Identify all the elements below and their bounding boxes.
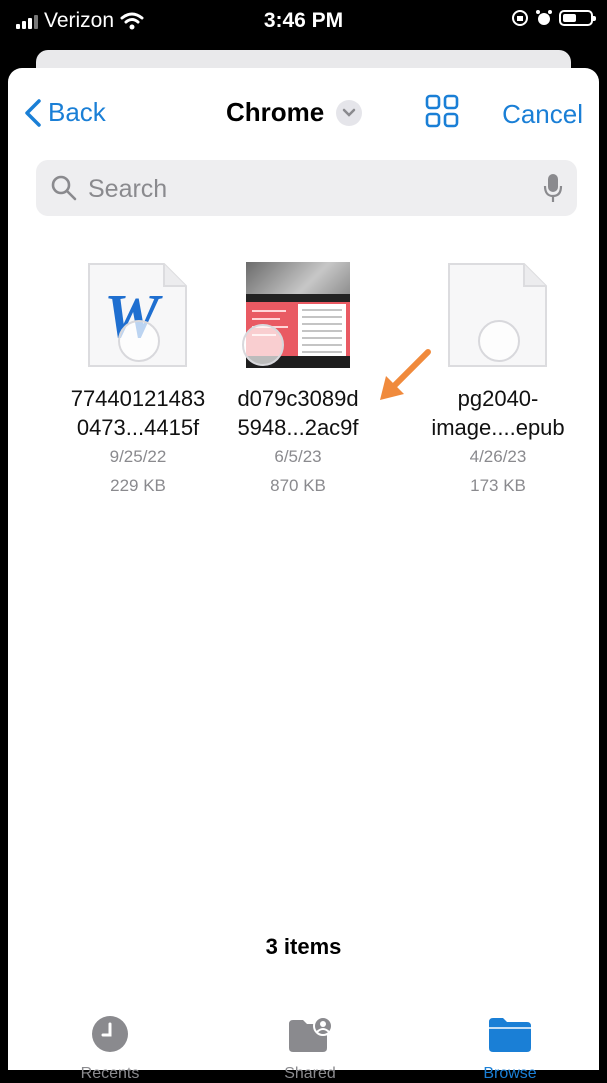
tab-label: Shared: [284, 1065, 336, 1082]
annotation-arrow-icon: [380, 349, 431, 400]
back-button[interactable]: Back: [24, 97, 106, 128]
file-name: d079c3089d 5948...2ac9f: [237, 386, 359, 440]
file-picker-sheet: Back Chrome Cancel Search W 77440121483 …: [8, 68, 599, 1082]
search-input[interactable]: [86, 160, 530, 218]
file-date: 9/25/22: [109, 447, 167, 466]
tab-label: Browse: [483, 1065, 537, 1082]
back-label: Back: [48, 97, 106, 127]
tab-recents[interactable]: Recents: [50, 1014, 170, 1083]
word-document-icon: W: [86, 262, 190, 370]
file-size: 229 KB: [110, 476, 166, 495]
folder-title: Chrome: [226, 97, 325, 127]
file-name: 77440121483 0473...4415f: [70, 386, 206, 440]
image-thumbnail: [242, 262, 350, 370]
chevron-left-icon: [25, 98, 41, 127]
chevron-down-icon: [336, 99, 363, 126]
file-size: 870 KB: [270, 476, 326, 495]
tab-label: Recents: [80, 1065, 140, 1082]
file-item[interactable]: d079c3089d 5948...2ac9f 6/5/23 870 KB: [208, 262, 388, 500]
file-date: 4/26/23: [469, 447, 527, 466]
status-bar: Verizon 3:46 PM: [0, 0, 607, 44]
grid-view-icon[interactable]: [425, 94, 459, 128]
folder-icon: [489, 1018, 531, 1052]
microphone-icon[interactable]: [543, 172, 563, 204]
download-ring-icon: [118, 320, 160, 362]
tab-shared[interactable]: Shared: [250, 1014, 370, 1083]
tab-browse[interactable]: Browse: [450, 1014, 570, 1083]
file-item[interactable]: W 77440121483 0473...4415f 9/25/22 229 K…: [48, 262, 228, 500]
battery-icon: [559, 10, 596, 26]
blank-document-icon: [446, 262, 550, 370]
cancel-button[interactable]: Cancel: [502, 99, 583, 130]
navigation-bar: Back Chrome Cancel: [8, 92, 599, 136]
rotation-lock-icon: [512, 10, 528, 26]
item-count: 3 items: [265, 934, 342, 959]
download-ring-icon: [242, 324, 284, 366]
tab-bar: Recents Shared Browse: [8, 988, 599, 1082]
search-icon: [51, 175, 77, 201]
search-bar: [36, 160, 577, 218]
shared-folder-icon: [289, 1016, 333, 1052]
file-size: 173 KB: [470, 476, 526, 495]
folder-title-menu[interactable]: Chrome: [226, 97, 363, 128]
clock-icon: [92, 1016, 128, 1052]
system-icons: [511, 9, 596, 27]
file-date: 6/5/23: [274, 447, 322, 466]
alarm-icon: [536, 10, 552, 25]
download-ring-icon: [478, 320, 520, 362]
